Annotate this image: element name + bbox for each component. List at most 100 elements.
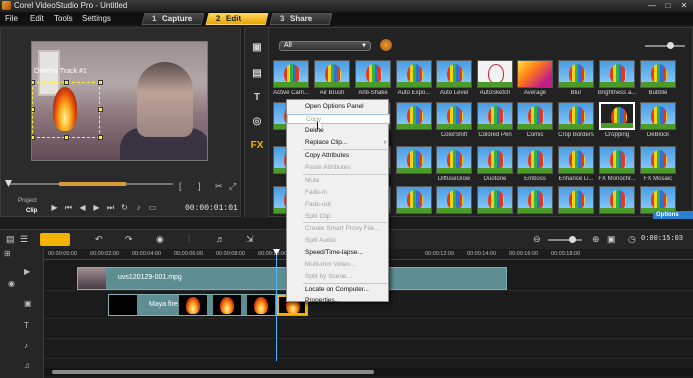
step-capture[interactable]: 1 Capture <box>141 13 205 25</box>
context-menu-item[interactable]: Split Clip <box>287 212 390 222</box>
context-menu-item[interactable]: Fade-in <box>287 188 390 198</box>
media-icon[interactable]: ▣ <box>249 42 265 56</box>
filter-thumbnail[interactable] <box>355 60 391 88</box>
filter-thumbnail[interactable] <box>640 60 676 88</box>
sound-mixer-icon[interactable]: ⫶ <box>188 234 190 245</box>
timeline-zoom-slider[interactable] <box>548 236 582 243</box>
filter-thumbnail[interactable] <box>517 60 553 88</box>
filter-thumbnail[interactable] <box>517 146 553 174</box>
context-menu-item[interactable]: Copy Attributes <box>287 151 390 161</box>
context-menu-item[interactable]: Paste Attributes <box>287 163 390 173</box>
context-menu-item[interactable]: Split Audio <box>287 236 390 246</box>
filter-thumbnail[interactable] <box>477 102 513 130</box>
playhead[interactable] <box>273 249 280 361</box>
clip-mode-label[interactable]: Clip <box>26 208 37 214</box>
filter-thumbnail[interactable] <box>436 60 472 88</box>
filter-thumbnail[interactable] <box>599 146 635 174</box>
context-menu-item[interactable]: Speed/Time-lapse... <box>287 248 390 258</box>
record-capture-icon[interactable]: ◉ <box>156 234 164 245</box>
resize-handle[interactable] <box>32 80 35 85</box>
slider-knob[interactable] <box>667 42 674 49</box>
step-share[interactable]: 3 Share <box>269 13 333 25</box>
menu-edit[interactable]: Edit <box>30 14 44 23</box>
mark-out-button[interactable]: ] <box>198 181 201 191</box>
resize-handle[interactable] <box>32 135 35 140</box>
hd-preview-icon[interactable]: ▭ <box>147 202 158 213</box>
context-menu-item[interactable]: Multi-trim Video... <box>287 260 390 270</box>
auto-music-icon[interactable]: ♬ <box>216 234 225 244</box>
fullscreen-icon[interactable]: ⤢ <box>229 181 236 192</box>
filter-thumbnail[interactable] <box>477 60 513 88</box>
repeat-icon[interactable]: ↻ <box>119 202 130 213</box>
resize-handle[interactable] <box>98 135 103 140</box>
prev-frame-icon[interactable]: ◀ <box>77 202 88 213</box>
preview-timecode[interactable]: 00:00:01:01 <box>185 204 238 213</box>
motion-tracking-icon[interactable]: ⇲ <box>246 234 254 245</box>
options-button[interactable]: Options <box>653 211 693 219</box>
minimize-button[interactable]: — <box>645 1 659 10</box>
project-duration[interactable]: 0:00:15:03 <box>641 235 683 243</box>
maximize-button[interactable]: □ <box>661 1 675 10</box>
timeline-view-icon[interactable]: ☰ <box>20 234 28 245</box>
undo-icon[interactable]: ↶ <box>95 234 103 245</box>
filter-thumbnail[interactable] <box>599 186 635 214</box>
context-menu-item[interactable]: Copy <box>287 114 390 124</box>
overlay-clip[interactable]: Maya fire <box>108 294 308 316</box>
start-icon[interactable]: ⏮ <box>63 202 74 213</box>
filter-thumbnail[interactable] <box>396 102 432 130</box>
zoom-out-icon[interactable]: ⊖ <box>533 234 541 245</box>
filter-thumbnail[interactable] <box>640 146 676 174</box>
play-icon[interactable]: ▶ <box>49 202 60 213</box>
track-manager-icon[interactable]: ⊞ <box>4 249 11 258</box>
filter-thumbnail[interactable] <box>477 146 513 174</box>
context-menu-item[interactable]: Locate on Computer... <box>287 285 390 295</box>
filter-thumbnail[interactable] <box>273 60 309 88</box>
filter-thumbnail[interactable] <box>436 102 472 130</box>
filter-thumbnail[interactable] <box>436 146 472 174</box>
thumbnail-size-slider[interactable] <box>645 42 685 49</box>
filter-thumbnail[interactable] <box>517 186 553 214</box>
timeline-mode-button[interactable] <box>40 233 70 246</box>
slider-knob[interactable] <box>569 236 576 243</box>
storyboard-view-icon[interactable]: ▤ <box>6 234 15 245</box>
video-track-toggle[interactable]: ◉ <box>8 279 15 288</box>
filter-thumbnail[interactable] <box>517 102 553 130</box>
browse-icon[interactable] <box>380 39 392 51</box>
redo-icon[interactable]: ↷ <box>125 234 133 245</box>
close-button[interactable]: ✕ <box>677 1 691 10</box>
filter-icon[interactable]: FX <box>249 140 265 154</box>
mark-in-button[interactable]: [ <box>179 181 182 191</box>
fit-project-icon[interactable]: ▣ <box>607 234 616 245</box>
instant-project-icon[interactable]: ▤ <box>249 68 265 82</box>
filter-thumbnail[interactable] <box>599 102 635 130</box>
context-menu-item[interactable]: Properties... <box>287 296 390 306</box>
timeline-scrollbar[interactable] <box>44 368 693 376</box>
resize-handle[interactable] <box>64 135 69 140</box>
filter-thumbnail[interactable] <box>558 186 594 214</box>
filter-thumbnail[interactable] <box>599 60 635 88</box>
preview-scrubber[interactable] <box>5 180 237 188</box>
context-menu-item[interactable]: Open Options Panel <box>287 102 390 112</box>
filter-thumbnail[interactable] <box>314 60 350 88</box>
resize-handle[interactable] <box>98 107 103 112</box>
filter-thumbnail[interactable] <box>396 60 432 88</box>
split-icon[interactable]: ✂ <box>215 181 223 192</box>
overlay-selection-box[interactable] <box>32 80 103 140</box>
title-icon[interactable]: T <box>249 92 265 106</box>
resize-handle[interactable] <box>32 107 35 112</box>
filter-thumbnail[interactable] <box>558 146 594 174</box>
filter-thumbnail[interactable] <box>640 102 676 130</box>
context-menu-item[interactable]: Create Smart Proxy File... <box>287 224 390 234</box>
context-menu-item[interactable]: Fade-out <box>287 200 390 210</box>
resize-handle[interactable] <box>64 80 69 85</box>
volume-icon[interactable]: ♪ <box>133 202 144 213</box>
filter-thumbnail[interactable] <box>558 102 594 130</box>
resize-handle[interactable] <box>98 80 103 85</box>
filter-thumbnail[interactable] <box>396 146 432 174</box>
context-menu-item[interactable]: Split by Scene... <box>287 272 390 282</box>
context-menu-item[interactable]: Replace Clip... › <box>287 138 390 148</box>
filter-thumbnail[interactable] <box>396 186 432 214</box>
zoom-in-icon[interactable]: ⊕ <box>592 234 600 245</box>
trim-range[interactable] <box>59 182 126 186</box>
library-filter-dropdown[interactable]: All ▼ <box>279 41 371 51</box>
